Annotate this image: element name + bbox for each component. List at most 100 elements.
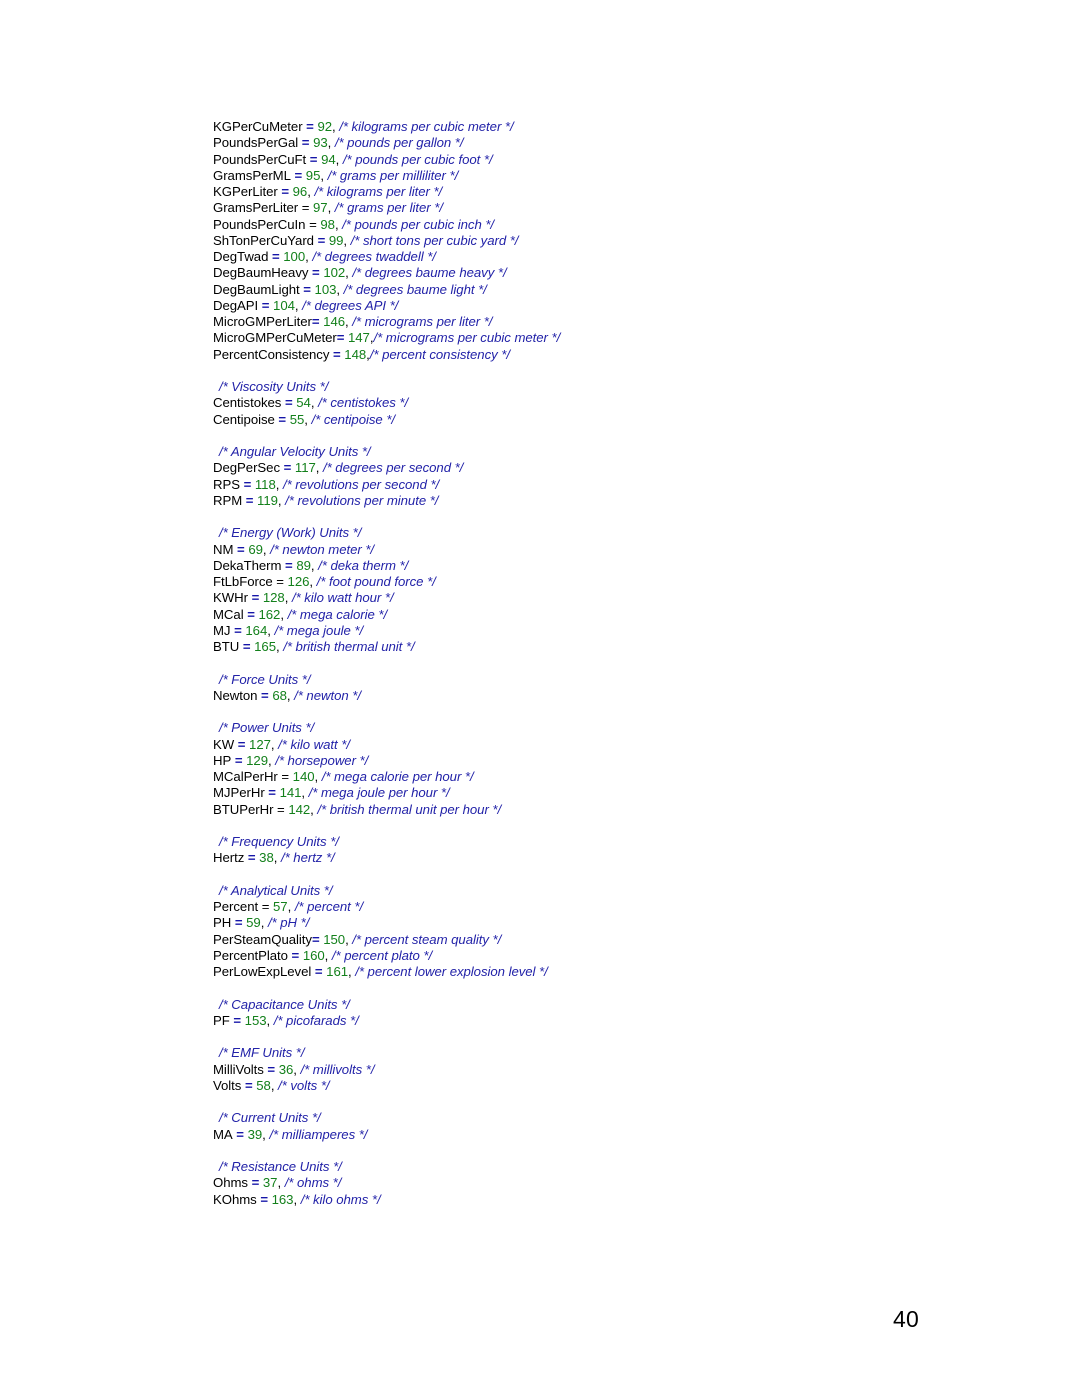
numeric-value-token: 69 [248,541,263,557]
enum-declaration-line: MicroGMPerLiter= 146, /* micrograms per … [213,314,933,330]
comment-token: /* Resistance Units */ [219,1159,342,1174]
assignment-operator-token: = [239,639,255,654]
section-heading-comment: /* Viscosity Units */ [213,379,933,395]
identifier-token: MJPerHr [213,785,265,801]
numeric-value-token: 100 [283,249,306,264]
enum-declaration-line: DegPerSec = 117, /* degrees per second *… [213,460,933,476]
enum-declaration-line: PercentPlato = 160, /* percent plato */ [213,948,933,964]
numeric-value-token: 59 [246,915,261,931]
separator-token: , [280,606,288,622]
comment-token: /* mega joule per hour */ [308,785,450,801]
section-heading-comment: /* Current Units */ [213,1110,933,1126]
identifier-token: DegAPI [213,297,259,313]
comment-token: /* mega joule */ [274,622,364,638]
comment-token: /* Power Units */ [219,720,315,736]
assignment-operator-token: = [239,476,255,492]
comment-token: /* Analytical Units */ [219,882,333,898]
assignment-operator-token: = [298,135,314,151]
comment-token: /* short tons per cubic yard */ [350,232,519,248]
enum-declaration-line: PoundsPerCuFt = 94, /* pounds per cubic … [213,152,933,168]
comment-token: /* Angular Velocity Units */ [219,444,371,459]
comment-token: /* hertz */ [280,850,335,866]
comment-token: /* foot pound force */ [316,574,436,589]
identifier-token: PoundsPerGal [213,135,299,151]
assignment-operator-token: = [230,622,246,638]
numeric-value-token: 129 [246,752,268,768]
numeric-value-token: 141 [279,785,302,801]
numeric-value-token: 161 [326,964,349,979]
enum-declaration-line: DegBaumLight = 103, /* degrees baume lig… [213,282,933,298]
separator-token: , [309,574,317,589]
comment-token: /* picofarads */ [273,1012,359,1028]
numeric-value-token: 142 [288,801,311,817]
identifier-token: PF [213,1012,230,1028]
identifier-token: DegBaumHeavy [213,265,309,281]
separator-token: , [266,1012,274,1028]
section-heading-comment: /* Force Units */ [213,672,933,688]
enum-declaration-line: BTU = 165, /* british thermal unit */ [213,639,933,655]
section-heading-comment: /* Power Units */ [213,720,933,736]
separator-token: , [270,1077,279,1093]
numeric-value-token: 97 [312,200,328,216]
numeric-value-token: 128 [262,590,285,606]
numeric-value-token: 99 [328,232,344,248]
section-heading-comment: /* Frequency Units */ [213,834,933,850]
assignment-operator-token: = [336,330,348,346]
comment-token: /* micrograms per liter */ [352,314,493,329]
enum-declaration-line: Newton = 68, /* newton */ [213,688,933,704]
identifier-token: KWHr [213,590,248,606]
enum-declaration-line: Centipoise = 55, /* centipoise */ [213,412,933,428]
identifier-token: KGPerCuMeter [213,119,303,134]
separator-token: , [335,151,343,167]
numeric-value-token: 58 [256,1077,271,1093]
identifier-token: KGPerLiter [213,184,278,199]
assignment-operator-token: = [306,151,322,167]
comment-token: /* grams per liter */ [334,200,443,216]
enum-declaration-line: ShTonPerCuYard = 99, /* short tons per c… [213,233,933,249]
comment-token: /* deka therm */ [318,557,409,573]
comment-token: /* mega calorie per hour */ [321,769,474,784]
assignment-operator-token: = [232,1126,248,1142]
assignment-operator-token: = [281,557,297,573]
comment-token: /* Viscosity Units */ [219,379,329,394]
enum-declaration-line: KGPerCuMeter = 92, /* kilograms per cubi… [213,119,933,135]
numeric-value-token: 164 [245,622,268,638]
assignment-operator-token: = [311,964,327,979]
numeric-value-token: 117 [294,460,316,476]
numeric-value-token: 150 [323,931,346,947]
section-heading-comment: /* Energy (Work) Units */ [213,525,933,541]
comment-token: /* british thermal unit per hour */ [317,801,502,817]
enum-declaration-line: RPS = 118, /* revolutions per second */ [213,477,933,493]
separator-token: , [260,915,268,931]
numeric-value-token: 146 [323,314,346,329]
identifier-token: KW [213,736,235,752]
assignment-operator-token: = [277,184,293,199]
identifier-token: BTU [213,639,240,654]
identifier-token: PoundsPerCuFt [213,151,307,167]
identifier-token: MJ [213,622,231,638]
identifier-token: MA [213,1126,233,1142]
identifier-token: MCal [213,606,244,622]
enum-declaration-line: Centistokes = 54, /* centistokes */ [213,395,933,411]
comment-token: /* kilo watt hour */ [291,590,394,606]
numeric-value-token: 92 [317,119,333,134]
enum-declaration-line: NM = 69, /* newton meter */ [213,542,933,558]
comment-token: /* kilo ohms */ [300,1191,381,1207]
numeric-value-token: 98 [320,216,335,232]
numeric-value-token: 94 [321,151,336,167]
assignment-operator-token: = [268,249,284,264]
section-heading-comment: /* Resistance Units */ [213,1159,933,1175]
numeric-value-token: 160 [302,947,325,963]
separator-token: , [324,947,332,963]
assignment-operator-token: = [329,346,345,362]
numeric-value-token: 163 [271,1191,294,1207]
numeric-value-token: 93 [313,135,328,151]
numeric-value-token: 165 [254,639,276,654]
assignment-operator-token: = [242,492,258,508]
identifier-token: Percent [213,899,259,914]
assignment-operator-token: = [264,785,280,801]
